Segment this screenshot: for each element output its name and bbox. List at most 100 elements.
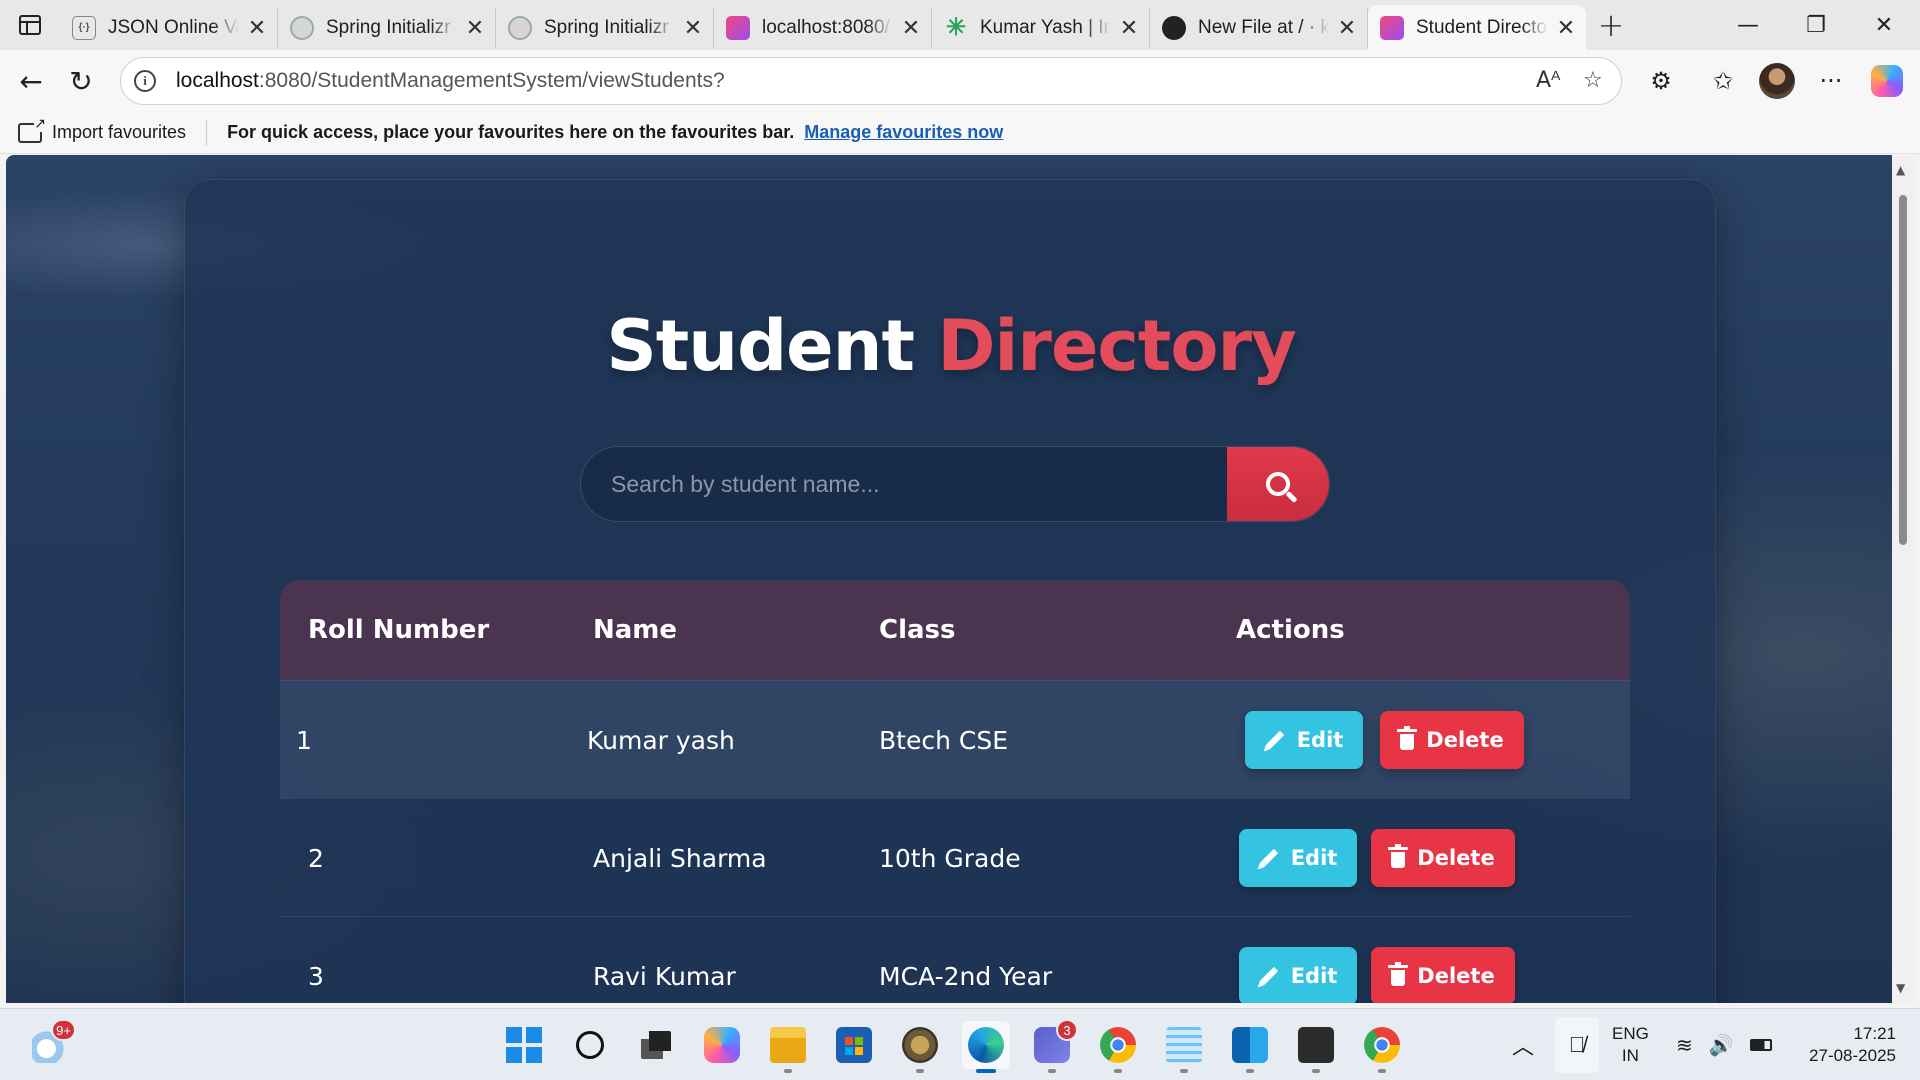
favourites-bar: Import favourites For quick access, plac… xyxy=(0,112,1920,154)
edit-button[interactable]: Edit xyxy=(1239,829,1357,887)
show-hidden-icons-button[interactable]: ︿ xyxy=(1512,1009,1534,1080)
language-indicator[interactable]: ENG IN xyxy=(1612,1023,1649,1067)
tab-kumar-yash[interactable]: ✳ Kumar Yash | Ins ✕ xyxy=(932,7,1150,48)
microsoft-store-app[interactable] xyxy=(830,1021,878,1069)
weather-widget[interactable]: 9+ xyxy=(26,1019,76,1069)
microphone-muted-icon: 🎙̸ xyxy=(1568,1032,1586,1057)
copilot-app[interactable] xyxy=(698,1021,746,1069)
roll-number-cell: 2 xyxy=(308,843,324,873)
navigation-bar: ← ↻ i localhost:8080/StudentManagementSy… xyxy=(0,50,1920,112)
folder-icon xyxy=(770,1027,806,1063)
trash-icon xyxy=(1388,962,1409,986)
tab-actions-menu-button[interactable] xyxy=(0,0,60,50)
roll-number-cell: 3 xyxy=(308,961,324,991)
terminal-app[interactable] xyxy=(1292,1021,1340,1073)
restore-button[interactable]: ❐ xyxy=(1782,0,1850,50)
url-text[interactable]: localhost:8080/StudentManagementSystem/v… xyxy=(176,69,725,93)
profile-avatar[interactable] xyxy=(1752,56,1802,106)
favourite-star-icon[interactable]: ☆ xyxy=(1583,68,1603,93)
scroll-up-icon[interactable]: ▲ xyxy=(1896,163,1905,177)
import-favourites-button[interactable]: Import favourites xyxy=(52,122,186,143)
tab-student-directory[interactable]: Student Directo ✕ xyxy=(1368,5,1586,50)
column-header-name: Name xyxy=(593,615,678,645)
chevron-up-icon: ︿ xyxy=(1512,1034,1535,1059)
tab-title: Student Directo xyxy=(1416,16,1547,38)
edit-button[interactable]: Edit xyxy=(1245,711,1363,769)
search-input[interactable] xyxy=(581,447,1227,521)
extensions-icon[interactable]: ⚙ xyxy=(1636,56,1686,106)
delete-button[interactable]: Delete xyxy=(1371,947,1515,1003)
table-row: 3 Ravi Kumar MCA-2nd Year Edit Delete xyxy=(280,916,1630,1003)
favourites-icon[interactable]: ✩ xyxy=(1698,56,1748,106)
tab-title: Kumar Yash | Ins xyxy=(980,16,1111,38)
outlook-icon xyxy=(1232,1027,1268,1063)
chrome-app-1[interactable] xyxy=(1094,1021,1142,1073)
tab-close-icon[interactable]: ✕ xyxy=(683,15,703,41)
page-scrollbar[interactable]: ▲ ▼ xyxy=(1892,155,1914,1003)
spring-icon xyxy=(290,15,314,40)
class-cell: MCA-2nd Year xyxy=(879,961,1053,991)
delete-button[interactable]: Delete xyxy=(1380,711,1524,769)
tab-spring-initializr-1[interactable]: Spring Initializr ✕ xyxy=(278,7,496,48)
students-table: Roll Number Name Class Actions 1 Kumar y… xyxy=(280,580,1630,1003)
tab-close-icon[interactable]: ✕ xyxy=(1556,15,1576,41)
java-ide-app[interactable] xyxy=(896,1021,944,1073)
divider xyxy=(206,119,208,146)
tab-close-icon[interactable]: ✕ xyxy=(901,15,921,41)
tab-strip: {·} JSON Online Va ✕ Spring Initializr ✕… xyxy=(0,0,1920,50)
minimize-button[interactable]: — xyxy=(1714,0,1782,50)
close-window-button[interactable]: ✕ xyxy=(1850,0,1918,50)
refresh-button[interactable]: ↻ xyxy=(56,56,106,106)
task-view-button[interactable] xyxy=(632,1021,680,1069)
json-icon: {·} xyxy=(72,15,96,40)
trash-icon xyxy=(1397,726,1418,750)
search-taskbar-button[interactable] xyxy=(566,1021,614,1069)
clock[interactable]: 17:21 27-08-2025 xyxy=(1796,1023,1896,1067)
more-options-icon[interactable]: ··· xyxy=(1806,56,1856,106)
outlook-app[interactable] xyxy=(1226,1021,1274,1073)
address-bar[interactable]: i localhost:8080/StudentManagementSystem… xyxy=(120,57,1622,105)
taskbar: 9+ 3 ︿ 🎙̸ ENG IN ≋ 🔊 17:21 27-08-2025 xyxy=(0,1008,1920,1080)
notepad-app[interactable] xyxy=(1160,1021,1208,1073)
microphone-button[interactable]: 🎙̸ xyxy=(1555,1017,1599,1073)
system-tray[interactable]: ≋ 🔊 xyxy=(1676,1009,1772,1080)
delete-button[interactable]: Delete xyxy=(1371,829,1515,887)
edge-icon xyxy=(968,1027,1004,1063)
task-view-icon xyxy=(641,1031,671,1059)
chrome-app-2[interactable] xyxy=(1358,1021,1406,1073)
search-button[interactable] xyxy=(1227,447,1329,521)
tab-github-new-file[interactable]: New File at / · k ✕ xyxy=(1150,7,1368,48)
github-icon xyxy=(1162,15,1186,40)
tab-spring-initializr-2[interactable]: Spring Initializr ✕ xyxy=(496,7,714,48)
search-icon xyxy=(576,1031,604,1059)
column-header-roll: Roll Number xyxy=(308,615,490,645)
site-info-icon[interactable]: i xyxy=(134,70,156,92)
edge-browser-app[interactable] xyxy=(962,1021,1010,1073)
tab-close-icon[interactable]: ✕ xyxy=(465,15,485,41)
table-header: Roll Number Name Class Actions xyxy=(280,580,1630,680)
scroll-down-icon[interactable]: ▼ xyxy=(1896,981,1905,995)
import-icon xyxy=(18,114,46,143)
tab-localhost[interactable]: localhost:8080/ ✕ xyxy=(714,7,932,48)
read-aloud-icon[interactable]: Aᴬ xyxy=(1536,68,1561,93)
manage-favourites-link[interactable]: Manage favourites now xyxy=(804,122,1003,143)
column-header-class: Class xyxy=(879,615,956,645)
tab-close-icon[interactable]: ✕ xyxy=(247,15,267,41)
edit-button[interactable]: Edit xyxy=(1239,947,1357,1003)
class-cell: Btech CSE xyxy=(879,725,1008,755)
tab-close-icon[interactable]: ✕ xyxy=(1337,15,1357,41)
tab-close-icon[interactable]: ✕ xyxy=(1119,15,1139,41)
teams-app[interactable]: 3 xyxy=(1028,1019,1078,1073)
tab-json-validator[interactable]: {·} JSON Online Va ✕ xyxy=(60,7,278,48)
scrollbar-thumb[interactable] xyxy=(1899,195,1907,545)
tab-actions-icon xyxy=(19,15,41,35)
table-row: 1 Kumar yash Btech CSE Edit Delete xyxy=(280,680,1630,798)
wifi-icon: ≋ xyxy=(1676,1034,1693,1057)
start-button[interactable] xyxy=(500,1021,548,1069)
store-icon xyxy=(836,1027,872,1063)
copilot-icon[interactable] xyxy=(1862,56,1912,106)
file-explorer-app[interactable] xyxy=(764,1021,812,1073)
back-button[interactable]: ← xyxy=(6,56,56,106)
new-tab-button[interactable]: + xyxy=(1586,0,1636,50)
chrome-icon xyxy=(1100,1027,1136,1063)
